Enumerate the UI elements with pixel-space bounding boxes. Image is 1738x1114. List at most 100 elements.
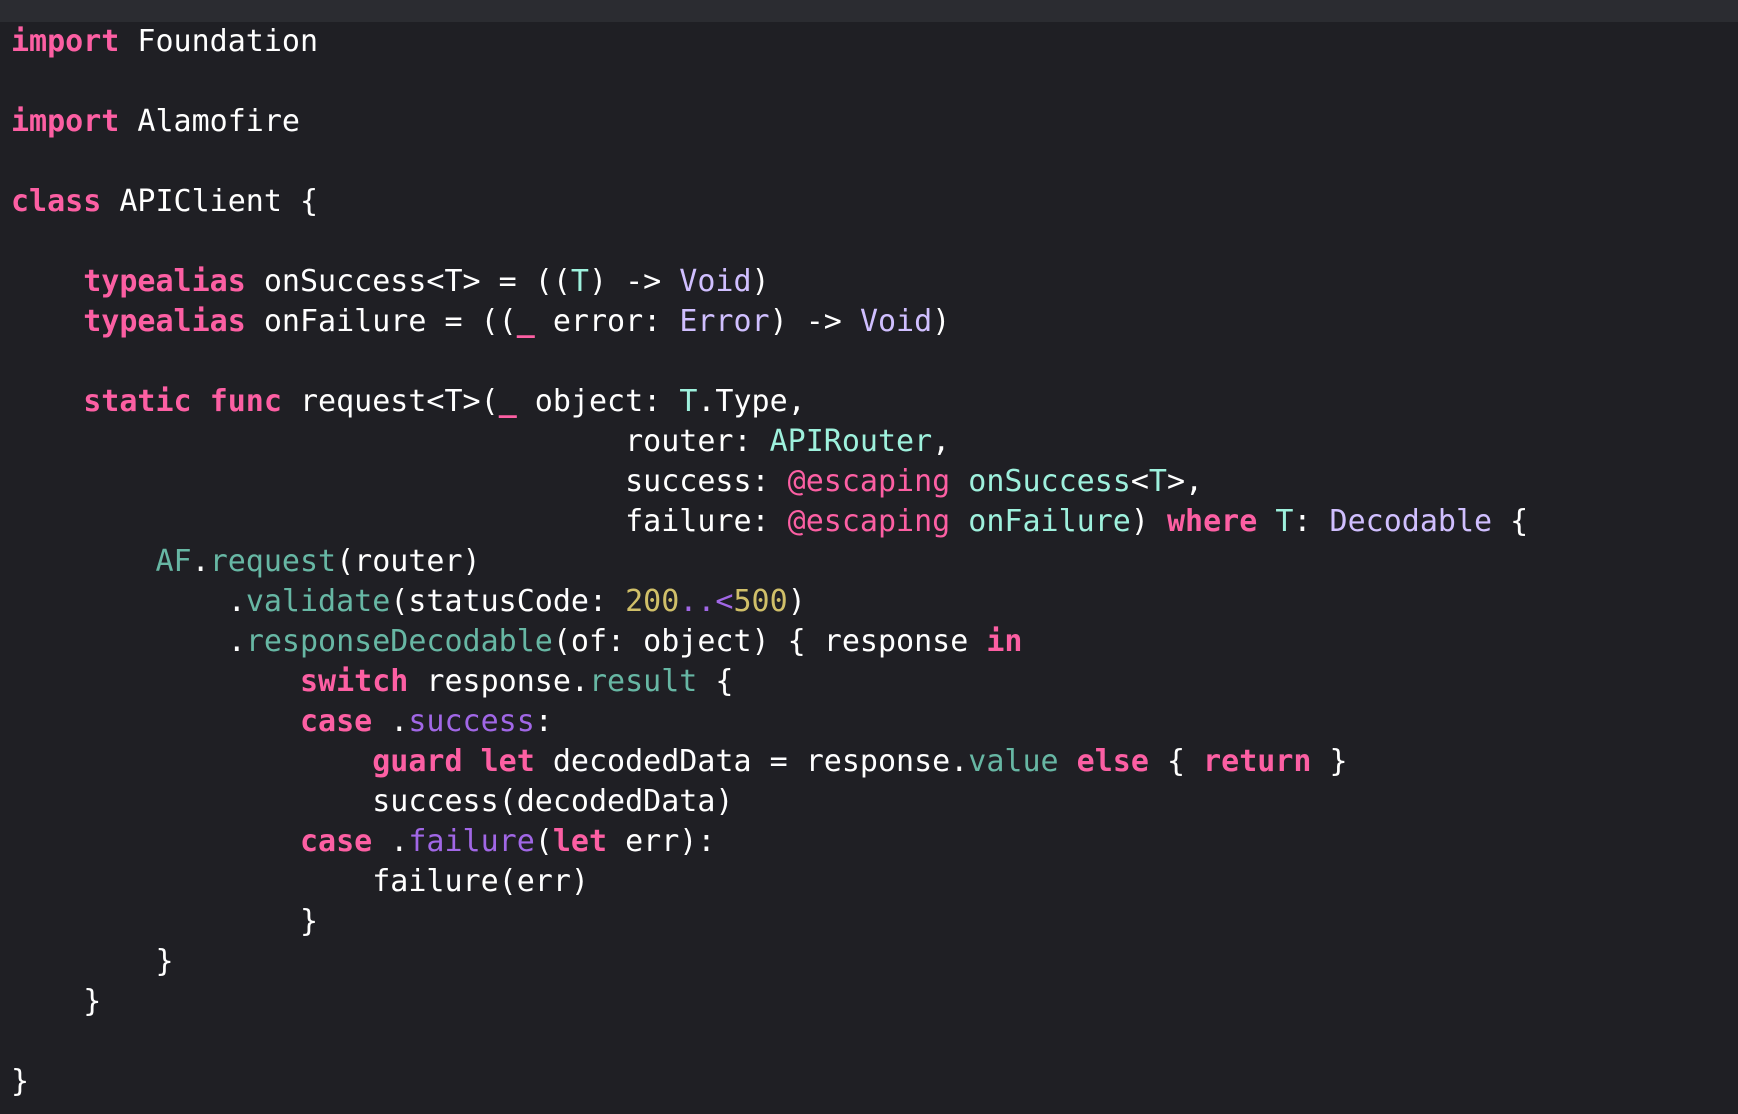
code-token-keyword: func <box>209 384 282 419</box>
code-token-keyword: case <box>299 704 373 739</box>
code-token-plain: } <box>11 1064 30 1099</box>
code-token-plain: } <box>11 984 102 1019</box>
code-token-keyword: _ <box>498 384 517 419</box>
code-line[interactable]: typealias onSuccess<T> = ((T) -> Void) <box>11 262 1528 302</box>
code-line[interactable]: success(decodedData) <box>11 782 1528 822</box>
code-line[interactable] <box>11 62 1528 102</box>
code-token-project: onSuccess <box>968 464 1131 499</box>
code-token-plain: object: <box>516 384 680 419</box>
code-token-keyword: static <box>83 384 192 419</box>
code-token-project: T <box>1275 504 1294 539</box>
code-token-plain: < <box>1130 464 1149 499</box>
code-token-plain: ) -> <box>769 304 860 339</box>
code-token-method: validate <box>245 584 391 619</box>
code-token-keyword: where <box>1166 504 1258 539</box>
code-line[interactable]: } <box>11 942 1528 982</box>
code-token-plain: Foundation <box>119 24 319 59</box>
code-token-plain: { <box>697 664 734 699</box>
code-line[interactable]: import Alamofire <box>11 102 1528 142</box>
code-line[interactable]: } <box>11 982 1528 1022</box>
code-line[interactable]: failure: @escaping onFailure) where T: D… <box>11 502 1528 542</box>
code-line[interactable]: router: APIRouter, <box>11 422 1528 462</box>
code-line[interactable] <box>11 222 1528 262</box>
code-token-attr: @escaping <box>787 464 951 499</box>
code-token-plain: success: <box>11 464 788 499</box>
code-line[interactable]: case .failure(let err): <box>11 822 1528 862</box>
code-token-type: Error <box>679 304 770 339</box>
code-token-project: APIRouter <box>769 424 933 459</box>
code-line[interactable]: static func request<T>(_ object: T.Type, <box>11 382 1528 422</box>
code-token-keyword: guard <box>372 744 463 779</box>
code-token-plain: err): <box>607 824 716 859</box>
code-line[interactable]: guard let decodedData = response.value e… <box>11 742 1528 782</box>
code-token-method: AF <box>155 544 192 579</box>
code-token-method: request <box>209 544 337 579</box>
code-token-plain: success(decodedData) <box>11 784 734 819</box>
code-line[interactable]: case .success: <box>11 702 1528 742</box>
code-token-plain: , <box>932 424 951 459</box>
code-token-attr: @escaping <box>787 504 951 539</box>
code-token-project: T <box>1148 464 1167 499</box>
code-token-plain: } <box>11 944 174 979</box>
code-editor[interactable]: import Foundation import Alamofire class… <box>0 0 1738 1114</box>
source-code[interactable]: import Foundation import Alamofire class… <box>11 22 1528 1102</box>
code-token-keyword: import <box>11 24 120 59</box>
code-line[interactable]: import Foundation <box>11 22 1528 62</box>
code-line[interactable]: .validate(statusCode: 200..<500) <box>11 582 1528 622</box>
code-token-number: 500 <box>733 584 788 619</box>
code-token-plain: error: <box>534 304 680 339</box>
code-token-keyword: return <box>1203 744 1312 779</box>
code-token-plain: (statusCode: <box>390 584 626 619</box>
code-token-plain: decodedData = response. <box>534 744 969 779</box>
code-token-plain: { <box>1148 744 1204 779</box>
code-token-plain: : <box>534 704 553 739</box>
code-token-plain: request<T>( <box>281 384 499 419</box>
code-token-enum: ..< <box>679 584 734 619</box>
code-token-keyword: class <box>11 184 102 219</box>
code-token-method: result <box>588 664 698 699</box>
code-token-keyword: case <box>299 824 373 859</box>
code-line[interactable]: class APIClient { <box>11 182 1528 222</box>
code-token-plain: onSuccess<T> = (( <box>245 264 571 299</box>
code-token-plain: } <box>1311 744 1348 779</box>
code-token-type: Void <box>859 304 933 339</box>
code-line[interactable]: } <box>11 902 1528 942</box>
code-token-plain: APIClient { <box>101 184 319 219</box>
code-line[interactable]: typealias onFailure = ((_ error: Error) … <box>11 302 1528 342</box>
code-token-keyword: let <box>480 744 535 779</box>
code-token-keyword: typealias <box>83 264 246 299</box>
code-line[interactable]: AF.request(router) <box>11 542 1528 582</box>
code-token-plain: ( <box>534 824 553 859</box>
code-line[interactable]: failure(err) <box>11 862 1528 902</box>
code-token-plain: . <box>11 584 246 619</box>
code-token-enum: success <box>408 704 535 739</box>
code-line[interactable] <box>11 142 1528 182</box>
code-line[interactable]: .responseDecodable(of: object) { respons… <box>11 622 1528 662</box>
code-token-method: value <box>968 744 1059 779</box>
code-line[interactable] <box>11 1022 1528 1062</box>
code-line[interactable]: success: @escaping onSuccess<T>, <box>11 462 1528 502</box>
code-token-project: onFailure <box>968 504 1131 539</box>
code-token-keyword: else <box>1076 744 1149 779</box>
code-token-type: Void <box>679 264 752 299</box>
code-line[interactable]: } <box>11 1062 1528 1102</box>
code-line[interactable] <box>11 342 1528 382</box>
editor-top-bar <box>0 0 1738 22</box>
code-token-plain: { <box>1492 504 1529 539</box>
code-token-plain: failure: <box>11 504 788 539</box>
code-token-keyword: _ <box>516 304 535 339</box>
code-token-method: responseDecodable <box>245 624 553 659</box>
code-line[interactable]: switch response.result { <box>11 662 1528 702</box>
code-token-plain: . <box>372 704 409 739</box>
code-token-project: T <box>679 384 698 419</box>
code-token-type: Decodable <box>1329 504 1493 539</box>
code-token-plain: (of: object) { response <box>552 624 987 659</box>
